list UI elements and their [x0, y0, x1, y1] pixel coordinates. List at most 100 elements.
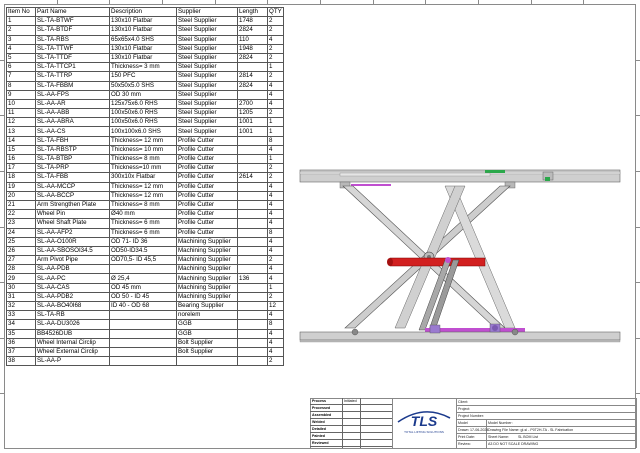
- bom-header-item-no: Item No: [6, 6, 36, 18]
- bom-item-no: 23: [6, 218, 36, 229]
- bom-description: 130x10 Flatbar: [109, 52, 177, 64]
- bom-row: 6 SL-TA-TTCP1 Thickness= 3 mm Steel Supplie…: [6, 62, 284, 73]
- bom-row: 19 SL-AA-MCCP Thickness= 12 mm Profile Cutt…: [6, 181, 284, 192]
- tb-process-table: Process Initiated Processed Assembled Welded…: [310, 398, 392, 448]
- tb-project-number: Project Number:: [458, 413, 484, 418]
- bom-qty: 4: [267, 264, 284, 275]
- bom-qty: 4: [267, 80, 284, 91]
- bom-description: OD 30 mm: [109, 89, 177, 100]
- bom-length: [237, 181, 268, 192]
- bom-qty: 4: [267, 346, 284, 358]
- bom-row: 31 SL-AA-PDB2 OD 50 - ID 45 Machining Suppl…: [6, 291, 284, 303]
- bom-length: [237, 356, 268, 367]
- bom-description: [109, 264, 177, 275]
- bom-length: [237, 218, 268, 229]
- tb-process-label: Painted: [312, 434, 325, 438]
- bom-supplier: Machining Supplier: [176, 255, 238, 266]
- zone-tick: [636, 170, 640, 172]
- tb-do-not-scale: A3 DO NOT SCALE DRAWING: [488, 441, 539, 446]
- bom-description: 100x50x6.0 RHS: [109, 108, 177, 119]
- bom-qty: 4: [267, 310, 284, 321]
- zone-tick: [0, 170, 4, 172]
- bom-length: [237, 89, 268, 100]
- bom-length: [237, 337, 268, 348]
- bom-qty: 1: [267, 282, 284, 293]
- bom-part-name: SL-AA-BCCP: [35, 190, 110, 201]
- bom-length: [237, 153, 268, 165]
- bom-part-name: SL-TA-TTRP: [35, 71, 110, 82]
- bom-supplier: Steel Supplier: [176, 117, 238, 128]
- zone-tick: [425, 0, 427, 4]
- zone-tick: [0, 337, 4, 339]
- zone-tick: [0, 226, 4, 228]
- bom-item-no: 9: [6, 89, 36, 100]
- bom-part-name: SL-AA-DU3026: [35, 319, 110, 330]
- bom-description: 130x10 Flatbar: [109, 43, 177, 54]
- bom-row: 32 SL-AA-BO40I68 ID 40 - OD 68 Bearing Supp…: [6, 300, 284, 312]
- bom-description: OD 45 mm: [109, 282, 177, 293]
- bom-supplier: Steel Supplier: [176, 98, 238, 110]
- bom-length: 2824: [237, 25, 268, 36]
- bom-supplier: Steel Supplier: [176, 52, 238, 64]
- tb-process-row: Reviewed: [310, 440, 392, 448]
- bom-header-supplier: Supplier: [176, 6, 238, 18]
- tb-row-line-2: [456, 412, 636, 413]
- bom-part-name: SL-TA-BTDF: [35, 25, 110, 36]
- bom-qty: 2: [267, 163, 284, 174]
- bom-qty: 4: [267, 328, 284, 339]
- bom-item-no: 28: [6, 264, 36, 275]
- tb-project: Project:: [458, 406, 471, 411]
- bom-item-no: 27: [6, 255, 36, 266]
- tb-process-label: Processed: [312, 406, 331, 410]
- bom-qty: 8: [267, 227, 284, 238]
- base-pivot-pin: [492, 325, 498, 331]
- bom-item-no: 30: [6, 282, 36, 293]
- zone-tick: [636, 59, 640, 61]
- bom-part-name: SL-TA-PRP: [35, 163, 110, 174]
- bom-item-no: 32: [6, 300, 36, 312]
- drawing-sheet: Item No Part Name Description Supplier L…: [0, 0, 640, 453]
- bom-supplier: Machining Supplier: [176, 236, 238, 247]
- zone-tick: [0, 282, 4, 284]
- bom-length: 1001: [237, 126, 268, 137]
- bom-length: [237, 236, 268, 247]
- bom-description: Thickness= 12 mm: [109, 181, 177, 192]
- tb-row-line-4: [456, 426, 636, 427]
- bom-item-no: 13: [6, 126, 36, 137]
- bom-row: 16 SL-TA-BTBP Thickness= 8 mm Profile Cutte…: [6, 153, 284, 165]
- top-inner-rail: [339, 172, 491, 177]
- bom-length: [237, 144, 268, 156]
- bom-part-name: BB4526DUB: [35, 328, 110, 339]
- tb-client: Client:: [458, 399, 469, 404]
- zone-tick: [0, 115, 4, 117]
- bom-item-no: 1: [6, 16, 36, 27]
- right-zone-ticks: [636, 4, 640, 449]
- bom-description: Thickness= 3 mm: [109, 62, 177, 73]
- bom-length: 1748: [237, 16, 268, 27]
- bom-supplier: Profile Cutter: [176, 218, 238, 229]
- bom-supplier: Steel Supplier: [176, 25, 238, 36]
- tb-review-label: Review:: [458, 441, 471, 446]
- bom-supplier: Profile Cutter: [176, 135, 238, 146]
- bom-row: 23 Wheel Shaft Plate Thickness= 6 mm Profil…: [6, 218, 284, 229]
- bom-supplier: Machining Supplier: [176, 245, 238, 257]
- bom-supplier: Profile Cutter: [176, 181, 238, 192]
- tb-process-label: Reviewed: [312, 441, 329, 445]
- tb-field-sep-2: [486, 419, 487, 448]
- bom-row: 28 SL-AA-PDB Machining Supplier 4: [6, 264, 284, 275]
- bom-part-name: SL-TA-RBSTP: [35, 144, 110, 156]
- bom-item-no: 4: [6, 43, 36, 54]
- bom-row: 33 SL-TA-RB norelem 4: [6, 310, 284, 321]
- bom-row: 36 Wheel Internal Circlip Bolt Supplier 4: [6, 337, 284, 348]
- bom-item-no: 31: [6, 291, 36, 303]
- bom-row: 8 SL-TA-FBBM 50x50x5.0 SHS Steel Supplier 28…: [6, 80, 284, 91]
- bom-item-no: 18: [6, 172, 36, 183]
- zone-tick: [162, 0, 163, 4]
- bom-supplier: Bearing Supplier: [176, 300, 238, 312]
- bom-supplier: Machining Supplier: [176, 291, 238, 303]
- bom-qty: 4: [267, 273, 284, 284]
- red-cross-beam: [389, 257, 486, 267]
- tb-divider-1: [392, 398, 393, 448]
- bom-part-name: SL-AA-AFP2: [35, 227, 110, 238]
- bom-length: [237, 163, 268, 174]
